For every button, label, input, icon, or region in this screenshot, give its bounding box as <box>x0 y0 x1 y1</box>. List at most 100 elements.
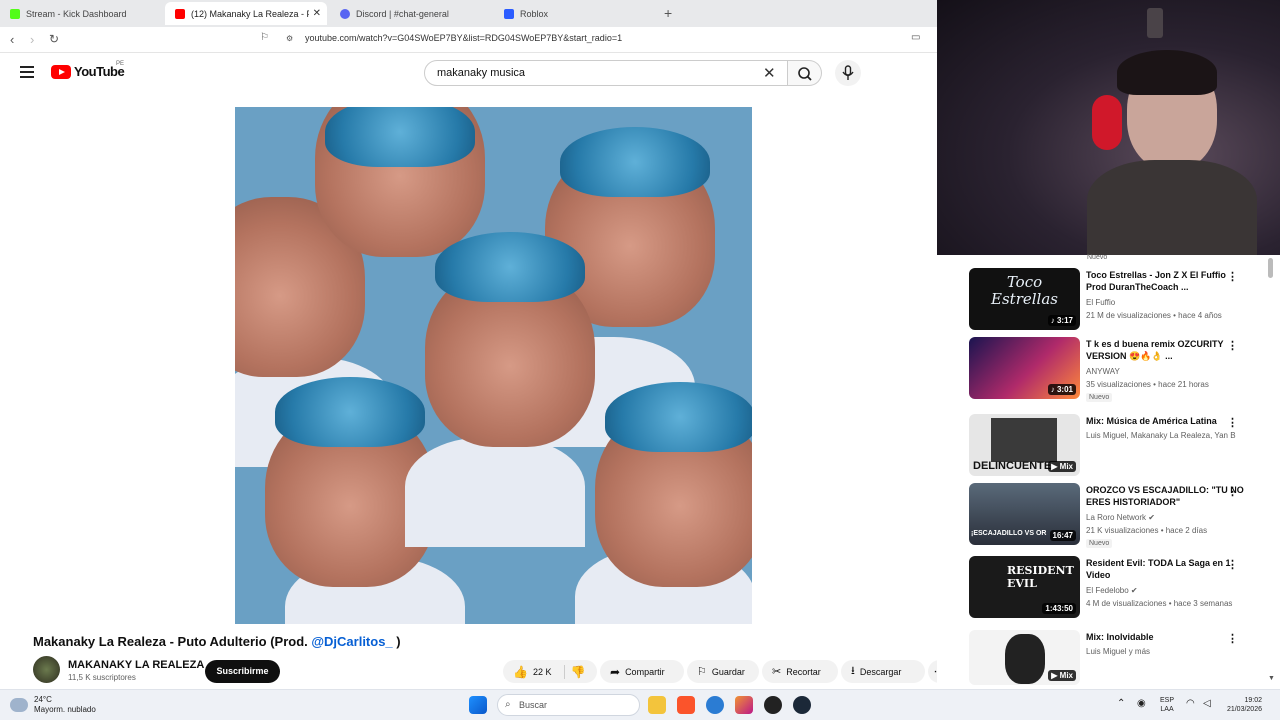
thumbnail-text: Toco Estrellas <box>991 273 1058 308</box>
webcam-shirt <box>1087 160 1257 260</box>
channel-avatar[interactable] <box>33 656 60 683</box>
video-title[interactable]: Mix: Inolvidable <box>1086 631 1246 643</box>
dislike-icon[interactable]: 👎 <box>570 665 585 679</box>
download-button[interactable]: ⭳ Descargar <box>841 660 925 683</box>
lang-top: ESP <box>1160 697 1175 704</box>
thumbnail-art <box>991 418 1057 462</box>
video-thumbnail[interactable]: ¡ESCAJADILLO VS OR 16:47 <box>969 483 1080 545</box>
more-options-icon[interactable]: ⋮ <box>1227 270 1238 283</box>
save-button[interactable]: ⚐ Guardar <box>687 660 759 683</box>
clock[interactable]: 19:02 21/03/2026 <box>1222 696 1262 714</box>
thumbnail-art <box>1005 634 1045 684</box>
forward-icon[interactable]: › <box>30 32 34 47</box>
new-tab-button[interactable]: + <box>664 5 672 21</box>
steam-icon[interactable] <box>793 696 811 714</box>
duration-badge: ▶ Mix <box>1048 461 1076 472</box>
language-indicator[interactable]: ESP LAA <box>1160 696 1174 714</box>
search-input[interactable]: makanaky musica <box>424 60 788 86</box>
subscriber-count: 11,5 K suscriptores <box>68 673 136 682</box>
subscribe-button[interactable]: Suscribirme <box>205 660 280 683</box>
network-tray-icon[interactable]: ◉ <box>1137 698 1146 709</box>
time: 19:02 <box>1244 697 1262 704</box>
close-tab-icon[interactable]: ✕ <box>313 8 321 19</box>
list-item[interactable]: ▶ Mix Mix: Inolvidable Luis Miguel y más… <box>969 630 1279 685</box>
tab-discord[interactable]: Discord | #chat-general <box>330 2 495 25</box>
app-icon[interactable] <box>706 696 724 714</box>
video-player[interactable] <box>235 107 752 624</box>
bookmark-icon[interactable]: ⚐ <box>260 32 269 43</box>
playlist-icon: ▶ <box>1051 671 1060 680</box>
obs-icon[interactable] <box>764 696 782 714</box>
clear-search-icon[interactable]: ✕ <box>763 64 776 82</box>
more-options-icon[interactable]: ⋮ <box>1227 632 1238 645</box>
tray-chevron-icon[interactable]: ⌃ <box>1117 698 1125 709</box>
video-title[interactable]: Toco Estrellas - Jon Z X El Fuffio Prod … <box>1086 269 1246 293</box>
site-info-icon[interactable]: ⚙ <box>286 34 293 43</box>
brave-browser-icon[interactable] <box>677 696 695 714</box>
like-icon[interactable]: 👍 <box>513 665 528 679</box>
youtube-play-icon <box>51 64 71 79</box>
video-frame-art <box>560 127 710 197</box>
clip-button[interactable]: ✂ Recortar <box>762 660 838 683</box>
channel-name[interactable]: Luis Miguel, Makanaky La Realeza, Yan B.… <box>1086 431 1236 440</box>
url-field[interactable]: youtube.com/watch?v=G04SWoEP7BY&list=RDG… <box>305 33 622 43</box>
bookmark-icon: ⚐ <box>697 666 707 678</box>
channel-name[interactable]: ANYWAY <box>1086 367 1120 376</box>
channel-name[interactable]: MAKANAKY LA REALEZA <box>68 659 204 671</box>
list-item[interactable]: ♪ 3:01 T k es d buena remix OZCURITY VER… <box>969 337 1279 402</box>
roblox-icon <box>504 8 514 19</box>
video-frame-art <box>325 107 475 167</box>
wifi-icon[interactable]: ◠ <box>1186 698 1195 709</box>
voice-search-button[interactable] <box>835 60 861 86</box>
producer-link[interactable]: @DjCarlitos_ <box>311 634 392 649</box>
share-button[interactable]: ➦ Compartir <box>600 660 684 683</box>
weather-widget[interactable]: 24°C Mayorm. nublado <box>10 695 96 715</box>
windows-start-icon[interactable] <box>469 696 487 714</box>
video-title[interactable]: OROZCO VS ESCAJADILLO: "TU NO ERES HISTO… <box>1086 484 1246 508</box>
list-item[interactable]: RESIDENT EVIL 1:43:50 Resident Evil: TOD… <box>969 556 1279 621</box>
search-icon: ⌕ <box>505 699 511 710</box>
video-title[interactable]: Mix: Música de América Latina <box>1086 415 1246 427</box>
video-meta: 21 M de visualizaciones • hace 4 años <box>1086 311 1222 320</box>
more-options-icon[interactable]: ⋮ <box>1227 339 1238 352</box>
search-button[interactable] <box>788 60 822 86</box>
cast-icon[interactable]: ▭ <box>911 32 920 43</box>
video-frame-art <box>405 437 585 547</box>
video-title[interactable]: Resident Evil: TODA La Saga en 1 Video <box>1086 557 1246 581</box>
tab-label: Stream - Kick Dashboard <box>26 8 127 19</box>
duration-text: Mix <box>1059 671 1073 680</box>
file-explorer-icon[interactable] <box>648 696 666 714</box>
back-icon[interactable]: ‹ <box>10 32 14 47</box>
list-item[interactable]: Toco Estrellas ♪ 3:17 Toco Estrellas - J… <box>969 268 1279 333</box>
volume-icon[interactable]: ◁ <box>1203 698 1211 709</box>
tab-roblox[interactable]: Roblox <box>494 2 659 25</box>
video-thumbnail[interactable]: ▶ Mix <box>969 630 1080 685</box>
more-options-icon[interactable]: ⋮ <box>1227 416 1238 429</box>
video-thumbnail[interactable]: DELINCUENTE ▶ Mix <box>969 414 1080 476</box>
video-thumbnail[interactable]: Toco Estrellas ♪ 3:17 <box>969 268 1080 330</box>
channel-name[interactable]: El Fuffio <box>1086 298 1115 307</box>
scrollbar-thumb[interactable] <box>1268 258 1273 278</box>
video-thumbnail[interactable]: ♪ 3:01 <box>969 337 1080 399</box>
channel-name[interactable]: Luis Miguel y más <box>1086 647 1150 656</box>
more-options-icon[interactable]: ⋮ <box>1227 485 1238 498</box>
channel-name[interactable]: El Fedelobo ✔ <box>1086 586 1138 595</box>
menu-icon[interactable] <box>20 66 34 78</box>
taskbar-search[interactable]: ⌕ Buscar <box>497 694 640 716</box>
youtube-logo[interactable]: YouTube PE <box>51 61 125 79</box>
instagram-icon[interactable] <box>735 696 753 714</box>
reload-icon[interactable]: ↻ <box>49 32 59 46</box>
cloud-icon <box>10 698 28 712</box>
more-options-icon[interactable]: ⋮ <box>1227 558 1238 571</box>
video-title[interactable]: T k es d buena remix OZCURITY VERSION 😍🔥… <box>1086 338 1246 362</box>
list-item[interactable]: ¡ESCAJADILLO VS OR 16:47 OROZCO VS ESCAJ… <box>969 483 1279 548</box>
channel-name[interactable]: La Roro Network ✔ <box>1086 513 1155 522</box>
video-frame-art <box>605 382 752 452</box>
list-item[interactable]: DELINCUENTE ▶ Mix Mix: Música de América… <box>969 414 1279 479</box>
video-thumbnail[interactable]: RESIDENT EVIL 1:43:50 <box>969 556 1080 618</box>
date: 21/03/2026 <box>1226 706 1262 713</box>
scroll-down-icon[interactable]: ▼ <box>1268 675 1275 682</box>
tab-youtube[interactable]: (12) Makanaky La Realeza - Puto ✕ <box>165 2 327 25</box>
like-count[interactable]: 22 K <box>533 667 552 677</box>
tab-kick[interactable]: Stream - Kick Dashboard <box>0 2 165 25</box>
